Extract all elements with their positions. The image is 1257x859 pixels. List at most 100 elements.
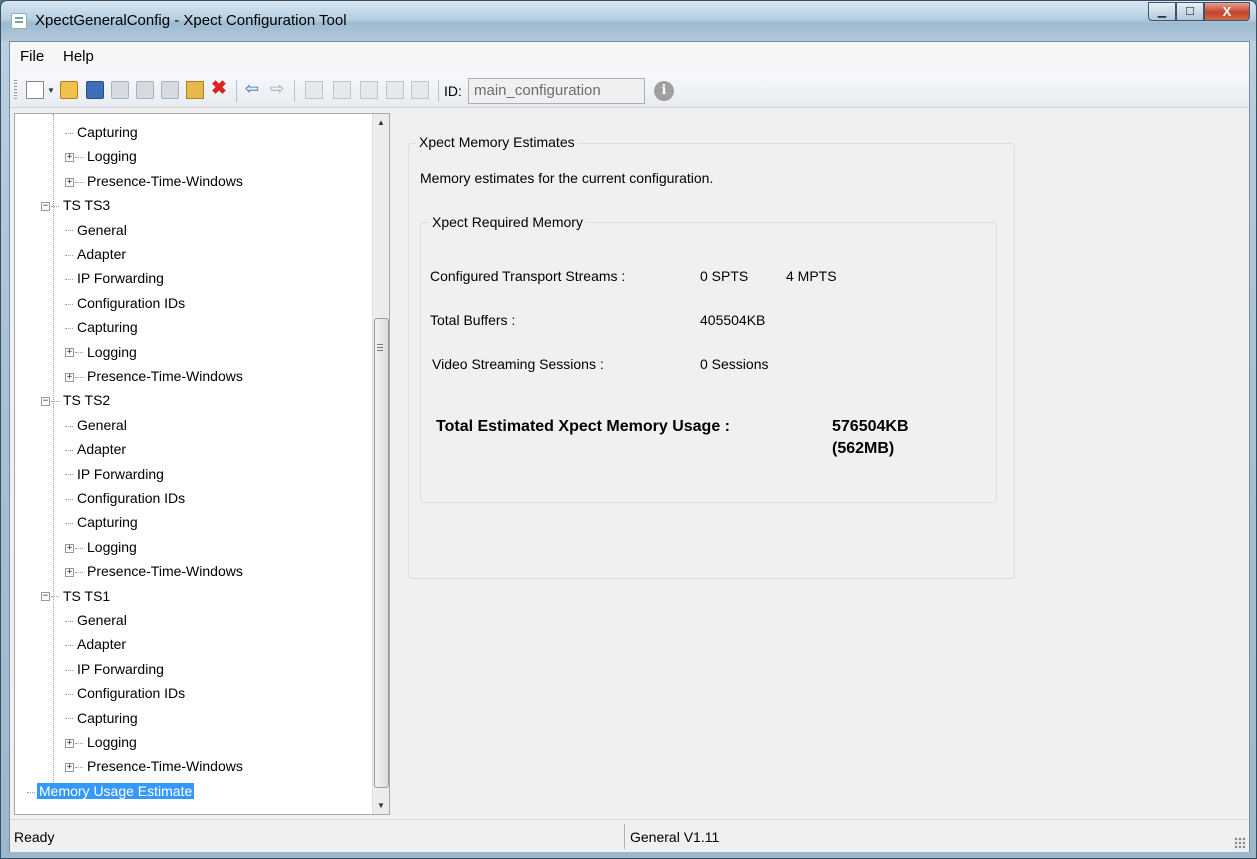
tree-item[interactable]: + Logging [65, 146, 139, 166]
tree-connector [51, 205, 59, 207]
tree-item[interactable]: + Presence-Time-Windows [65, 366, 245, 386]
import-icon[interactable] [161, 81, 179, 99]
paste-icon[interactable] [136, 81, 154, 99]
expand-icon[interactable]: + [65, 763, 74, 773]
expand-icon[interactable]: + [65, 738, 74, 748]
tree-item[interactable]: IP Forwarding [65, 464, 166, 484]
close-button[interactable]: X [1204, 2, 1250, 21]
tree-item[interactable]: IP Forwarding [65, 659, 166, 679]
id-field[interactable]: main_configuration [468, 78, 645, 104]
collapse-icon[interactable]: − [41, 201, 50, 211]
expand-icon[interactable]: + [65, 348, 74, 358]
tree-item-label: Adapter [77, 441, 127, 458]
tree-item[interactable]: + Logging [65, 732, 139, 752]
tree-item[interactable]: General [65, 415, 129, 435]
tree-item[interactable]: Capturing [65, 708, 140, 728]
minimize-button[interactable]: ▁ [1148, 2, 1176, 21]
open-folder-icon[interactable] [60, 81, 78, 99]
expand-icon[interactable]: + [65, 567, 74, 577]
new-file-icon[interactable] [26, 81, 44, 99]
tree-connector [27, 791, 35, 793]
tree-item[interactable]: + Logging [65, 342, 139, 362]
tree-connector [75, 181, 83, 183]
tree-item[interactable]: + Logging [65, 537, 139, 557]
scroll-down-arrow-icon[interactable]: ▼ [373, 797, 389, 814]
scroll-thumb-grip-icon [377, 344, 383, 351]
tree-item[interactable]: Memory Usage Estimate [27, 781, 195, 801]
tree-item[interactable]: Adapter [65, 634, 128, 654]
tree-item[interactable]: + Presence-Time-Windows [65, 756, 245, 776]
tree-item[interactable]: − TS TS2 [41, 390, 112, 410]
scroll-thumb[interactable] [374, 318, 389, 788]
tree-connector [75, 742, 83, 744]
buffers-label: Total Buffers : [430, 312, 516, 328]
tree-item[interactable]: + Presence-Time-Windows [65, 561, 245, 581]
toolbar-separator [236, 80, 237, 102]
forward-arrow-icon[interactable]: ⇨ [268, 80, 286, 99]
info-icon[interactable]: i [654, 81, 674, 101]
tree-connector [75, 376, 83, 378]
streams-label: Configured Transport Streams : [430, 268, 626, 284]
tree-connector [65, 425, 73, 427]
window-title: XpectGeneralConfig - Xpect Configuration… [35, 12, 347, 29]
back-arrow-icon[interactable]: ⇦ [243, 80, 261, 99]
menu-bar: File Help [10, 42, 1249, 72]
maximize-button[interactable]: ☐ [1176, 2, 1204, 21]
copy-icon[interactable] [111, 81, 129, 99]
tree-item-label: Memory Usage Estimate [37, 782, 195, 799]
tree-item[interactable]: − TS TS3 [41, 195, 112, 215]
resize-grip-icon[interactable] [1234, 837, 1246, 849]
tree-item[interactable]: General [65, 610, 129, 630]
expand-icon[interactable]: + [65, 372, 74, 382]
tree-item[interactable]: Adapter [65, 244, 128, 264]
tree-item-label: Logging [87, 734, 137, 750]
expand-icon[interactable]: + [65, 543, 74, 553]
tree-item-label: Capturing [77, 514, 138, 531]
tree-item[interactable]: Configuration IDs [65, 293, 187, 313]
tree-item[interactable]: Capturing [65, 122, 140, 142]
tree-connector [65, 132, 73, 134]
save-icon[interactable] [86, 81, 104, 99]
collapse-icon[interactable]: − [41, 397, 50, 407]
status-bar: Ready General V1.11 [10, 819, 1249, 852]
expand-icon[interactable]: + [65, 153, 74, 163]
tree-item[interactable]: IP Forwarding [65, 268, 166, 288]
collapse-icon[interactable]: − [41, 592, 50, 602]
tree-connector [75, 157, 83, 159]
config-tree[interactable]: Capturing + Logging + Presence-Time-Windows −… [14, 113, 390, 815]
buffers-value: 405504KB [700, 312, 766, 328]
status-separator [624, 824, 625, 849]
title-bar[interactable]: XpectGeneralConfig - Xpect Configuration… [1, 1, 1256, 41]
tree-item-label: Capturing [77, 709, 138, 726]
tree-item[interactable]: Capturing [65, 512, 140, 532]
export-folder-icon[interactable] [186, 81, 204, 99]
app-window: XpectGeneralConfig - Xpect Configuration… [0, 0, 1257, 859]
tree-item[interactable]: Configuration IDs [65, 683, 187, 703]
delete-icon[interactable]: ✖ [210, 79, 228, 99]
mpts-value: 4 MPTS [786, 268, 837, 284]
menu-help[interactable]: Help [63, 48, 94, 65]
tree-item-label: TS TS2 [63, 392, 111, 409]
menu-file[interactable]: File [20, 48, 44, 65]
toolbar-grip[interactable] [14, 80, 17, 100]
new-dropdown-icon[interactable]: ▼ [47, 86, 55, 95]
tree-item[interactable]: Capturing [65, 317, 140, 337]
app-icon [11, 13, 27, 29]
tree-guide-line [53, 114, 54, 790]
spts-value: 0 SPTS [700, 268, 749, 284]
tree-item[interactable]: − TS TS1 [41, 586, 112, 606]
toolbar-separator [294, 80, 295, 102]
expand-icon[interactable]: + [65, 177, 74, 187]
tree-connector [75, 352, 83, 354]
tree-item[interactable]: + Presence-Time-Windows [65, 171, 245, 191]
tree-scrollbar[interactable]: ▲ ▼ [372, 114, 389, 814]
total-usage-kb: 576504KB [832, 418, 909, 435]
tree-item[interactable]: Configuration IDs [65, 488, 187, 508]
tree-connector [75, 571, 83, 573]
tree-item-label: IP Forwarding [77, 660, 164, 677]
tree-item[interactable]: General [65, 220, 129, 240]
estimates-description: Memory estimates for the current configu… [420, 170, 714, 186]
scroll-up-arrow-icon[interactable]: ▲ [373, 114, 389, 131]
tree-item-label: Capturing [77, 124, 138, 140]
tree-item[interactable]: Adapter [65, 439, 128, 459]
